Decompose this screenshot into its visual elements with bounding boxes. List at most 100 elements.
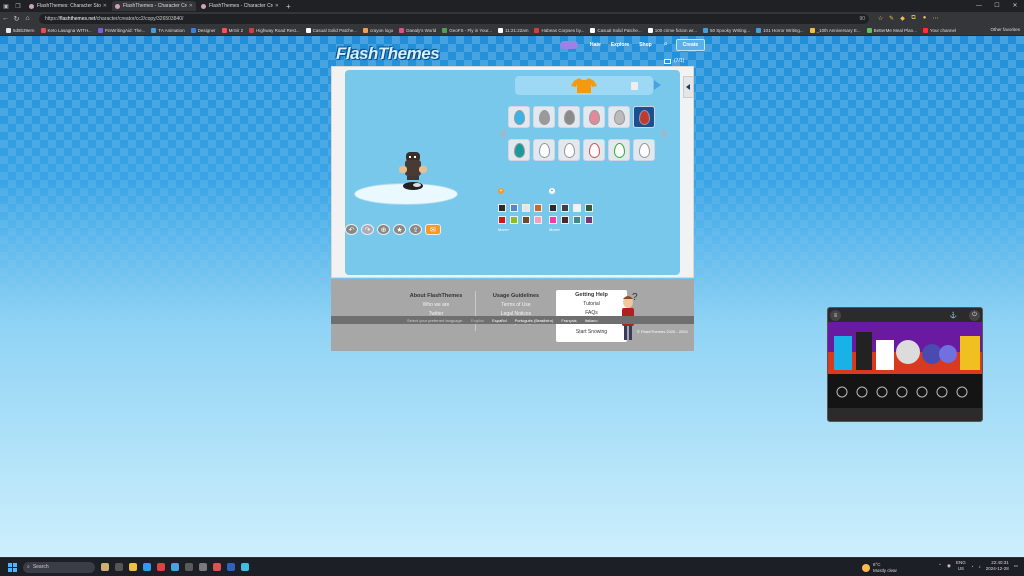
app-icon[interactable] [241, 563, 249, 571]
upload-icon[interactable]: ⇪ [409, 224, 422, 235]
alt-category-icon[interactable] [631, 82, 638, 90]
maximize-icon[interactable]: ☐ [988, 0, 1006, 12]
bookmark-item[interactable]: Habeas Corpses by... [534, 27, 584, 33]
bookmark-item[interactable]: _10th Anniversary E... [809, 27, 861, 33]
bookmark-item[interactable]: Casual Solid Patche... [590, 27, 642, 33]
palette-add-icon[interactable]: + [498, 188, 504, 194]
bookmark-item[interactable]: GeoFS - Fly in Your... [442, 27, 492, 33]
profile-icon[interactable]: ● [919, 15, 930, 22]
palette-add-icon[interactable]: + [549, 188, 555, 194]
bookmark-item[interactable]: MrSir 2 [221, 27, 243, 33]
reload-icon[interactable]: ↻ [11, 15, 22, 23]
close-icon[interactable]: ✕ [103, 3, 107, 9]
color-swatch-secondary[interactable] [561, 216, 569, 224]
browser-menu-icon[interactable]: ▣ [0, 0, 12, 12]
color-swatch-primary[interactable] [522, 204, 530, 212]
category-next-arrow[interactable] [654, 80, 661, 90]
zoom-icon[interactable]: ⊕ [377, 224, 390, 235]
back-icon[interactable]: ← [0, 15, 11, 22]
task-view-icon[interactable] [115, 563, 123, 571]
bookmark-item[interactable]: FinWritingAid: The... [97, 27, 145, 33]
tray-chevron-icon[interactable]: ⌃ [938, 563, 942, 569]
pip-close-icon[interactable]: ⏻ [969, 310, 980, 321]
more-colors-link[interactable]: More» [549, 227, 560, 232]
color-swatch-secondary[interactable] [573, 204, 581, 212]
app-icon[interactable] [185, 563, 193, 571]
language-option[interactable]: English [471, 318, 484, 323]
bookmark-item[interactable]: 11:21:22am [498, 27, 528, 33]
app-icon[interactable] [213, 563, 221, 571]
bookmark-item[interactable]: TA Animation [151, 27, 185, 33]
other-favorites-link[interactable]: Other favorites [990, 27, 1020, 32]
color-swatch-secondary[interactable] [561, 204, 569, 212]
bookmark-item[interactable]: Your channel [922, 27, 956, 33]
create-button[interactable]: Create [675, 39, 706, 51]
bookmark-item[interactable]: crayon logo [362, 27, 393, 33]
minimize-icon[interactable]: — [970, 0, 988, 12]
color-swatch-secondary[interactable] [549, 204, 557, 212]
parts-next-arrow[interactable] [662, 128, 667, 140]
tab-character-creator-active[interactable]: FlashThemes - Character Creator ✕ [112, 1, 196, 11]
color-swatch-primary[interactable] [522, 216, 530, 224]
footer-link-start-snowing[interactable]: Start Snowing [556, 328, 627, 337]
part-option-egg-red[interactable] [583, 139, 605, 161]
footer-link-who-we-are[interactable]: Who we are [401, 301, 471, 310]
app-icon[interactable] [157, 563, 165, 571]
undo-icon[interactable]: ↶ [345, 224, 358, 235]
part-option-pink-hood[interactable] [583, 106, 605, 128]
pip-menu-icon[interactable]: ≡ [830, 310, 841, 321]
notification-icon[interactable]: ▭ [1014, 563, 1018, 569]
nav-explore[interactable]: Explore [607, 40, 633, 50]
nav-shop[interactable]: Shop [635, 40, 656, 50]
start-icon[interactable] [8, 562, 17, 572]
language-option[interactable]: Français [561, 318, 576, 323]
bookmark-item[interactable]: Designer [190, 27, 216, 33]
new-tab-icon[interactable]: + [286, 2, 291, 11]
save-icon[interactable]: ✉ [425, 224, 441, 235]
wifi-icon[interactable]: ◔ [971, 564, 974, 569]
edge-icon[interactable] [143, 563, 151, 571]
bookmark-item[interactable]: Casual Solid Patche... [305, 27, 357, 33]
app-icon[interactable] [227, 563, 235, 571]
part-option-egg[interactable] [533, 139, 555, 161]
redo-icon[interactable]: ↷ [361, 224, 374, 235]
tray-app-icon[interactable]: ◉ [947, 563, 951, 569]
footer-link-tutorial[interactable]: Tutorial [556, 300, 627, 309]
bookmark-item[interactable]: Highway Road Rest... [249, 27, 300, 33]
color-swatch-primary[interactable] [534, 204, 542, 212]
footer-link-terms[interactable]: Terms of Use [481, 301, 551, 310]
part-option-goggles[interactable] [608, 106, 630, 128]
color-swatch-primary[interactable] [510, 204, 518, 212]
part-option-hat[interactable] [533, 106, 555, 128]
bookmark-item[interactable]: BetterMe Meal Plan... [866, 27, 917, 33]
tab-character-store[interactable]: FlashThemes: Character Store ✕ [26, 1, 110, 11]
part-option-egg-green[interactable] [608, 139, 630, 161]
file-explorer-icon[interactable] [129, 563, 137, 571]
language-option[interactable]: Português (Brasileiro) [515, 318, 554, 323]
color-swatch-secondary[interactable] [573, 216, 581, 224]
bookmark-item[interactable]: 101 Horror Writing... [756, 27, 804, 33]
language-option[interactable]: Italiano [585, 318, 598, 323]
color-swatch-primary[interactable] [510, 216, 518, 224]
home-icon[interactable]: ⌂ [22, 15, 33, 22]
workspaces-icon[interactable]: ❐ [12, 0, 24, 12]
color-swatch-primary[interactable] [498, 204, 506, 212]
search-icon[interactable]: ⌕ [664, 41, 668, 49]
more-menu-icon[interactable]: ⋯ [930, 15, 941, 22]
close-window-icon[interactable]: ✕ [1006, 0, 1024, 12]
color-swatch-secondary[interactable] [585, 204, 593, 212]
color-swatch-primary[interactable] [498, 216, 506, 224]
color-swatch-secondary[interactable] [549, 216, 557, 224]
language-option[interactable]: Español [492, 318, 506, 323]
app-icon[interactable] [171, 563, 179, 571]
theme-toggle[interactable] [560, 41, 578, 49]
favorite-star-icon[interactable]: ☆ [875, 15, 886, 22]
part-option-teal-dress[interactable] [508, 139, 530, 161]
messages-link[interactable]: (7/1) [664, 58, 684, 64]
color-swatch-secondary[interactable] [585, 216, 593, 224]
more-colors-link[interactable]: More» [498, 227, 509, 232]
extension-icon[interactable]: ◆ [897, 15, 908, 22]
clock[interactable]: 22:40:31 2024-12-28 [986, 560, 1009, 572]
picture-in-picture-window[interactable]: ≡ ⚓ ⏻ [827, 307, 983, 422]
collapse-panel-button[interactable] [683, 76, 694, 98]
